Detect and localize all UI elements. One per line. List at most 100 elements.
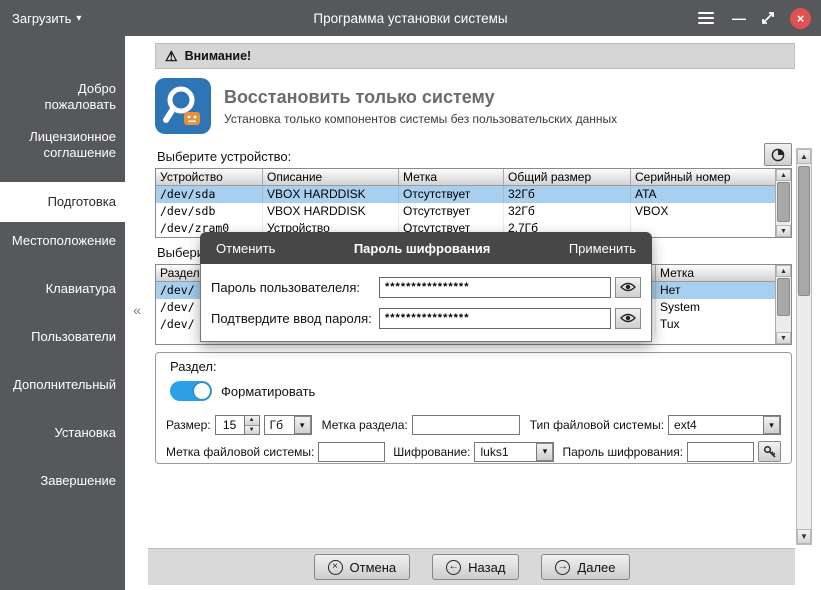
dialog-cancel-button[interactable]: Отменить xyxy=(216,241,275,256)
cancel-button[interactable]: × Отмена xyxy=(314,554,411,580)
scroll-up-icon[interactable]: ▲ xyxy=(776,169,791,181)
close-icon: × xyxy=(797,11,805,26)
sidebar-item-installation[interactable]: Установка xyxy=(0,424,125,441)
footer-bar: × Отмена ← Назад → Далее xyxy=(148,548,795,585)
show-password-button[interactable] xyxy=(615,277,641,298)
page-header: Восстановить только систему Установка то… xyxy=(155,74,795,138)
disk-chart-button[interactable] xyxy=(764,143,792,166)
sidebar-item-finish[interactable]: Завершение xyxy=(0,472,125,489)
chevron-down-icon[interactable]: ▾ xyxy=(294,416,311,434)
scroll-down-icon[interactable]: ▼ xyxy=(797,529,811,544)
dialog-header: Отменить Пароль шифрования Применить xyxy=(200,232,652,264)
sidebar-item-location[interactable]: Местоположение xyxy=(0,232,125,249)
back-button[interactable]: ← Назад xyxy=(432,554,519,580)
page-subtitle: Установка только компонентов системы без… xyxy=(224,112,617,126)
minimize-icon[interactable]: — xyxy=(732,11,746,25)
warning-icon: ⚠ xyxy=(165,49,178,63)
partition-label-label: Метка раздела: xyxy=(322,418,408,432)
size-unit-value: Гб xyxy=(265,416,294,434)
scroll-down-icon[interactable]: ▼ xyxy=(776,225,791,237)
scrollbar-thumb[interactable] xyxy=(777,278,790,316)
eye-icon xyxy=(620,313,636,323)
table-row[interactable]: /dev/sda VBOX HARDDISK Отсутствует 32Гб … xyxy=(156,186,791,203)
key-icon xyxy=(763,445,777,459)
menu-icon[interactable] xyxy=(694,8,718,28)
next-button[interactable]: → Далее xyxy=(541,554,629,580)
enc-password-label: Пароль шифрования: xyxy=(562,445,683,459)
installer-window: Загрузить ▾ Программа установки системы … xyxy=(0,0,821,590)
chevron-down-icon[interactable]: ▾ xyxy=(536,443,553,461)
encryption-password-dialog: Отменить Пароль шифрования Применить Пар… xyxy=(200,232,652,342)
sidebar-collapse-icon[interactable]: « xyxy=(128,300,146,320)
next-arrow-icon: → xyxy=(555,560,570,575)
fs-type-select[interactable]: ext4 ▾ xyxy=(668,415,781,435)
size-label: Размер: xyxy=(166,418,211,432)
partition-label-input[interactable] xyxy=(412,415,520,435)
dialog-apply-button[interactable]: Применить xyxy=(569,241,636,256)
device-select-label: Выберите устройство: xyxy=(157,149,291,164)
sidebar-item-keyboard[interactable]: Клавиатура xyxy=(0,280,125,297)
format-toggle[interactable] xyxy=(170,381,212,401)
partition-table-scrollbar[interactable]: ▲ ▼ xyxy=(775,265,791,344)
toggle-knob xyxy=(194,383,210,399)
expand-icon[interactable] xyxy=(760,10,776,26)
enc-password-input[interactable] xyxy=(687,442,754,462)
chevron-down-icon: ▾ xyxy=(76,13,81,24)
column-header[interactable]: Устройство xyxy=(156,169,263,185)
encryption-select[interactable]: luks1 ▾ xyxy=(474,442,554,462)
eye-icon xyxy=(620,282,636,292)
spin-down-icon[interactable]: ▼ xyxy=(245,426,259,435)
fs-label-input[interactable] xyxy=(318,442,385,462)
window-controls: — × xyxy=(694,8,821,29)
column-header[interactable]: Общий размер xyxy=(504,169,631,185)
sidebar-item-users[interactable]: Пользователи xyxy=(0,328,125,345)
close-button[interactable]: × xyxy=(790,8,811,29)
size-stepper: ▲ ▼ xyxy=(215,415,260,435)
encryption-value: luks1 xyxy=(475,443,536,461)
table-row[interactable]: /dev/sdb VBOX HARDDISK Отсутствует 32Гб … xyxy=(156,203,791,220)
dialog-body: Пароль пользователеля: Подтвердите ввод … xyxy=(200,264,652,342)
scroll-down-icon[interactable]: ▼ xyxy=(776,332,791,344)
format-toggle-label: Форматировать xyxy=(221,384,315,399)
device-table-header: Устройство Описание Метка Общий размер С… xyxy=(156,169,791,186)
device-table: Устройство Описание Метка Общий размер С… xyxy=(155,168,792,238)
pie-chart-icon xyxy=(771,148,785,162)
dialog-title: Пароль шифрования xyxy=(275,241,568,256)
device-table-scrollbar[interactable]: ▲ ▼ xyxy=(775,169,791,237)
password-field[interactable] xyxy=(379,277,611,298)
confirm-password-label: Подтвердите ввод пароля: xyxy=(211,311,379,326)
partition-groupbox: Раздел: Форматировать Размер: ▲ ▼ Гб ▾ М… xyxy=(155,352,792,464)
load-button[interactable]: Загрузить ▾ xyxy=(0,0,93,36)
sidebar-item-welcome[interactable]: Добро пожаловать xyxy=(0,80,125,114)
chevron-down-icon[interactable]: ▾ xyxy=(763,416,780,434)
scroll-up-icon[interactable]: ▲ xyxy=(776,265,791,277)
sidebar-item-additional[interactable]: Дополнительный xyxy=(0,376,125,393)
page-title: Восстановить только систему xyxy=(224,87,617,108)
sidebar-item-preparation[interactable]: Подготовка xyxy=(0,182,125,222)
sidebar-item-license[interactable]: Лицензионное соглашение xyxy=(0,128,125,162)
fs-type-label: Тип файловой системы: xyxy=(530,418,664,432)
column-header[interactable]: Метка xyxy=(656,265,776,281)
column-header[interactable]: Серийный номер xyxy=(631,169,776,185)
column-header[interactable]: Метка xyxy=(399,169,504,185)
main-scrollbar[interactable]: ▲ ▼ xyxy=(796,148,812,545)
scrollbar-thumb[interactable] xyxy=(777,182,790,222)
confirm-password-field[interactable] xyxy=(379,308,611,329)
encryption-label: Шифрование: xyxy=(393,445,470,459)
column-header[interactable]: Описание xyxy=(263,169,399,185)
scroll-up-icon[interactable]: ▲ xyxy=(797,149,811,164)
titlebar: Загрузить ▾ Программа установки системы … xyxy=(0,0,821,36)
password-label: Пароль пользователеля: xyxy=(211,280,379,295)
back-arrow-icon: ← xyxy=(446,560,461,575)
cancel-circle-icon: × xyxy=(328,560,343,575)
size-input[interactable] xyxy=(216,416,244,434)
warning-bar: ⚠ Внимание! xyxy=(155,43,795,69)
scrollbar-thumb[interactable] xyxy=(798,166,810,296)
size-unit-select[interactable]: Гб ▾ xyxy=(264,415,312,435)
restore-system-icon xyxy=(155,78,211,134)
spin-up-icon[interactable]: ▲ xyxy=(245,416,259,426)
enc-password-key-button[interactable] xyxy=(758,441,781,462)
fs-type-value: ext4 xyxy=(669,416,763,434)
sidebar: Добро пожаловать Лицензионное соглашение… xyxy=(0,36,125,590)
show-confirm-password-button[interactable] xyxy=(615,308,641,329)
